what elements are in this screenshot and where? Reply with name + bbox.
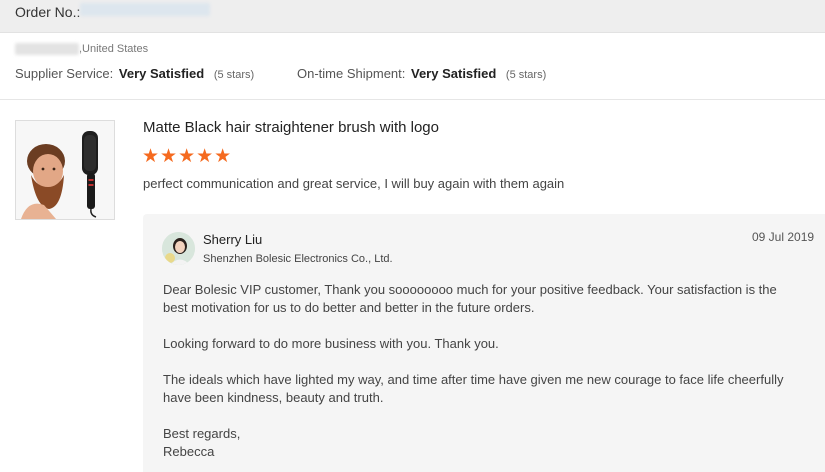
reply-closing: Best regards, Rebecca xyxy=(163,425,803,461)
replier-company[interactable]: Shenzhen Bolesic Electronics Co., Ltd. xyxy=(203,253,393,265)
order-number-redacted xyxy=(80,3,210,16)
buyer-country: ,United States xyxy=(79,43,149,56)
review-card: Order No.: ,United States Supplier Servi… xyxy=(0,0,825,472)
seller-ratings: Supplier Service: Very Satisfied (5 star… xyxy=(15,66,546,81)
reply-sign-off: Best regards, xyxy=(163,426,241,441)
avatar-photo xyxy=(162,232,195,265)
product-star-rating: ★★★★★ xyxy=(142,146,233,167)
section-divider xyxy=(0,99,825,100)
reply-message: Dear Bolesic VIP customer, Thank you soo… xyxy=(163,281,803,461)
order-label: Order No.: xyxy=(15,4,81,20)
supplier-service-label: Supplier Service: xyxy=(15,66,114,81)
supplier-service-value: Very Satisfied xyxy=(118,66,205,81)
seller-reply: Sherry Liu Shenzhen Bolesic Electronics … xyxy=(143,214,825,472)
product-thumbnail[interactable] xyxy=(15,120,115,220)
product-title[interactable]: Matte Black hair straightener brush with… xyxy=(143,119,439,136)
buyer-info: ,United States xyxy=(15,43,148,59)
order-header: Order No.: xyxy=(0,0,825,33)
reply-paragraph: Looking forward to do more business with… xyxy=(163,336,499,351)
buyer-name-redacted xyxy=(15,43,79,56)
replier-name: Sherry Liu xyxy=(203,232,263,247)
reply-date: 09 Jul 2019 xyxy=(752,230,815,244)
reply-paragraph: Dear Bolesic VIP customer, Thank you soo… xyxy=(163,282,777,315)
ontime-shipment-stars-note: (5 stars) xyxy=(505,69,547,81)
ontime-shipment-label: On-time Shipment: xyxy=(297,66,406,81)
supplier-service-stars-note: (5 stars) xyxy=(213,69,255,81)
supplier-service-rating: Supplier Service: Very Satisfied (5 star… xyxy=(15,66,254,81)
reply-signature: Rebecca xyxy=(163,444,215,459)
ontime-shipment-rating: On-time Shipment: Very Satisfied (5 star… xyxy=(297,66,546,81)
avatar-photo-icon xyxy=(162,232,195,265)
reply-paragraph: The ideals which have lighted my way, an… xyxy=(163,372,784,405)
buyer-feedback-text: perfect communication and great service,… xyxy=(143,176,565,191)
ontime-shipment-value: Very Satisfied xyxy=(411,66,497,81)
man-with-hair-straightener-brush-image xyxy=(16,121,114,219)
